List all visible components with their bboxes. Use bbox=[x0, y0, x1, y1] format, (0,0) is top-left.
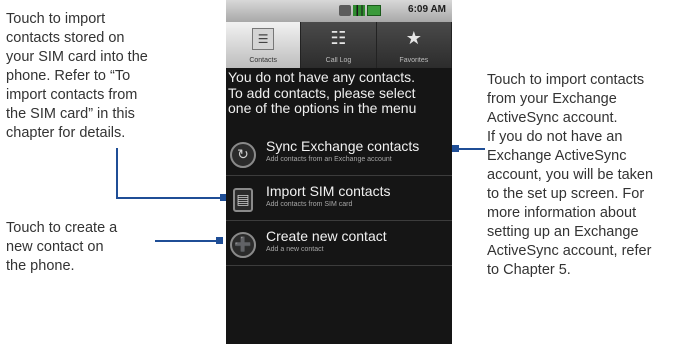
status-icons bbox=[339, 5, 381, 16]
callout-line: phone. Refer to “To bbox=[6, 68, 131, 84]
tab-label: Call Log bbox=[325, 57, 352, 64]
contacts-tab-icon: ☰ bbox=[252, 28, 275, 50]
option-create-contact[interactable]: ➕ Create new contact Add a new contact bbox=[226, 221, 452, 266]
callout-line: import contacts from bbox=[6, 87, 138, 103]
options-list: ↻ Sync Exchange contacts Add contacts fr… bbox=[226, 131, 452, 266]
callout-create-contact: Touch to create a new contact on the pho… bbox=[6, 219, 166, 276]
callout-line: Touch to import contacts bbox=[487, 72, 645, 88]
tab-favorites[interactable]: ★ Favorites bbox=[376, 22, 452, 68]
leader-line-exchange bbox=[455, 148, 485, 150]
callout-line: to the set up screen. For bbox=[487, 186, 645, 202]
leader-line-sim-vertical bbox=[116, 148, 118, 198]
tab-bar: ☰ Contacts ☷ Call Log ★ Favorites bbox=[226, 22, 452, 68]
star-icon: ★ bbox=[405, 28, 422, 49]
option-title: Create new contact bbox=[266, 228, 387, 244]
tab-label: Contacts bbox=[249, 57, 277, 64]
option-sync-exchange[interactable]: ↻ Sync Exchange contacts Add contacts fr… bbox=[226, 131, 452, 176]
sim-card-icon: ▤ bbox=[233, 188, 253, 212]
callout-line: the SIM card” in this bbox=[6, 106, 135, 122]
callout-exchange: Touch to import contacts from your Excha… bbox=[487, 71, 692, 280]
message-line: one of the options in the menu bbox=[228, 100, 417, 116]
add-contact-icon: ➕ bbox=[230, 232, 256, 258]
option-subtitle: Add contacts from an Exchange account bbox=[266, 156, 392, 163]
tab-label: Favorites bbox=[399, 57, 429, 64]
option-subtitle: Add contacts from SIM card bbox=[266, 201, 353, 208]
leader-line-create bbox=[155, 240, 223, 242]
battery-icon bbox=[367, 5, 381, 16]
sync-icon bbox=[339, 5, 351, 16]
callout-line: chapter for details. bbox=[6, 125, 126, 141]
callout-sim-import: Touch to import contacts stored on your … bbox=[6, 10, 216, 143]
callout-line: contacts stored on bbox=[6, 30, 125, 46]
option-subtitle: Add a new contact bbox=[266, 246, 324, 253]
call-log-tab-icon: ☷ bbox=[330, 28, 347, 49]
leader-dot-exchange bbox=[452, 145, 459, 152]
callout-line: new contact on bbox=[6, 239, 104, 255]
tab-contacts[interactable]: ☰ Contacts bbox=[226, 22, 302, 68]
callout-line: Exchange ActiveSync bbox=[487, 148, 627, 164]
status-time: 6:09 AM bbox=[408, 4, 446, 15]
sync-icon: ↻ bbox=[230, 142, 256, 168]
callout-line: your SIM card into the bbox=[6, 49, 148, 65]
message-line: You do not have any contacts. bbox=[228, 69, 416, 85]
leader-dot-create bbox=[216, 237, 223, 244]
tab-call-log[interactable]: ☷ Call Log bbox=[301, 22, 377, 68]
signal-icon bbox=[353, 5, 365, 16]
callout-line: more information about bbox=[487, 205, 637, 221]
callout-line: to Chapter 5. bbox=[487, 262, 571, 278]
callout-line: Touch to import bbox=[6, 11, 106, 27]
status-bar: 6:09 AM bbox=[226, 0, 452, 22]
option-title: Sync Exchange contacts bbox=[266, 138, 420, 154]
option-title: Import SIM contacts bbox=[266, 183, 391, 199]
callout-line: ActiveSync account. bbox=[487, 110, 618, 126]
callout-line: setting up an Exchange bbox=[487, 224, 639, 240]
callout-line: Touch to create a bbox=[6, 220, 118, 236]
empty-contacts-message: You do not have any contacts. To add con… bbox=[228, 69, 452, 117]
option-import-sim[interactable]: ▤ Import SIM contacts Add contacts from … bbox=[226, 176, 452, 221]
callout-line: account, you will be taken bbox=[487, 167, 654, 183]
phone-screen: 6:09 AM ☰ Contacts ☷ Call Log ★ Favorite… bbox=[226, 0, 452, 344]
callout-line: ActiveSync account, refer bbox=[487, 243, 652, 259]
callout-line: the phone. bbox=[6, 258, 75, 274]
leader-line-sim-horizontal bbox=[116, 197, 224, 199]
callout-line: from your Exchange bbox=[487, 91, 617, 107]
callout-line: If you do not have an bbox=[487, 129, 623, 145]
message-line: To add contacts, please select bbox=[228, 84, 416, 101]
